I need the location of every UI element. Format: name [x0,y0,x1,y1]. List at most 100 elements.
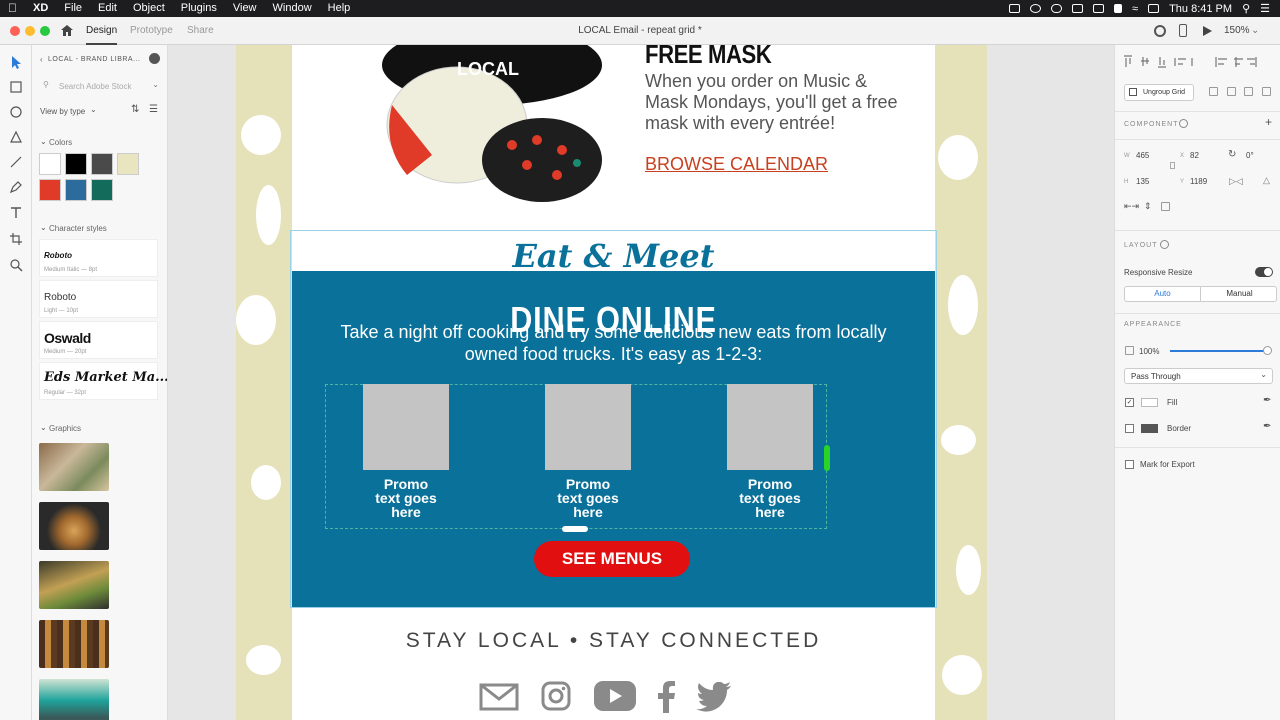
grid-settings-icon[interactable] [1161,202,1170,211]
home-icon[interactable] [60,24,74,37]
height-field[interactable]: 135 [1136,177,1149,186]
list-view-icon[interactable]: ☰ [149,104,158,115]
menu-plugins[interactable]: Plugins [173,0,225,17]
mobile-preview-icon[interactable] [1179,24,1187,37]
line-tool-icon[interactable] [8,154,24,170]
fill-swatch[interactable] [1141,398,1158,407]
mark-for-export-checkbox[interactable] [1125,460,1134,469]
rotation-field[interactable]: 0° [1246,151,1254,160]
info-icon[interactable] [1179,119,1188,128]
cloud-icon[interactable] [1051,4,1063,13]
tab-share[interactable]: Share [187,17,214,45]
email-body[interactable]: LOCAL FREE MASK When you order on Music … [290,45,937,720]
colors-chevron-icon[interactable]: ⌄ [40,137,47,146]
back-chevron-icon[interactable]: ‹ [40,55,43,64]
opacity-slider-thumb[interactable] [1263,346,1272,355]
character-styles-chevron-icon[interactable]: ⌄ [40,223,47,232]
eyedropper-icon[interactable]: ✒ [1263,395,1271,406]
info-icon[interactable] [1160,240,1169,249]
menu-view[interactable]: View [225,0,265,17]
sound-icon[interactable] [1114,4,1123,13]
rectangle-tool-icon[interactable] [8,79,24,95]
sort-icon[interactable]: ⇅ [131,104,139,115]
screen-record-icon[interactable] [1009,4,1021,13]
align-toolbar-icons[interactable] [1121,55,1279,69]
twitter-icon[interactable] [696,682,732,712]
wifi-icon[interactable]: ≈ [1132,3,1138,15]
stock-search[interactable]: ⚲ Search Adobe Stock ⌄ [39,78,161,95]
flip-horizontal-icon[interactable]: ▷◁ [1229,176,1243,187]
menu-object[interactable]: Object [125,0,173,17]
artboard-tool-icon[interactable] [8,231,24,247]
color-swatch-red[interactable] [39,179,61,201]
graphics-chevron-icon[interactable]: ⌄ [40,423,47,432]
polygon-tool-icon[interactable] [8,129,24,145]
notification-icon[interactable]: ☰ [1260,2,1270,15]
blend-mode-select[interactable]: Pass Through ⌄ [1124,368,1273,384]
library-avatar-icon[interactable] [149,53,160,64]
border-swatch[interactable] [1141,424,1158,433]
play-icon[interactable] [1203,26,1212,36]
distribute-horizontal-icon[interactable]: ⇤⇥ [1124,201,1139,212]
promo-image-2[interactable] [545,384,631,470]
battery-icon[interactable] [1072,4,1084,13]
ungroup-grid-button[interactable]: Ungroup Grid [1124,84,1194,101]
user-icon[interactable] [1154,25,1166,37]
distribute-vertical-icon[interactable]: ⇕ [1144,201,1152,212]
color-swatch-black[interactable] [65,153,87,175]
x-field[interactable]: 82 [1190,151,1199,160]
group-action-icon[interactable] [1209,87,1218,96]
color-swatch-green[interactable] [91,179,113,201]
design-canvas[interactable]: LOCAL FREE MASK When you order on Music … [168,45,1114,720]
y-field[interactable]: 1189 [1190,177,1207,186]
resize-auto-option[interactable]: Auto [1125,287,1201,301]
view-by-dropdown[interactable]: View by type [40,107,85,116]
pen-tool-icon[interactable] [8,179,24,195]
responsive-resize-toggle[interactable] [1255,267,1273,277]
promo-image-3[interactable] [727,384,813,470]
zoom-window-button[interactable] [40,26,50,36]
menu-help[interactable]: Help [320,0,359,17]
color-swatch-dark-gray[interactable] [91,153,113,175]
tab-design[interactable]: Design [86,17,118,45]
character-style-roboto-light[interactable]: Roboto Light — 10pt [39,280,158,318]
lock-aspect-icon[interactable] [1170,162,1175,169]
border-checkbox[interactable] [1125,424,1134,433]
resize-manual-option[interactable]: Manual [1201,287,1278,301]
search-input[interactable]: Search Adobe Stock [59,82,132,91]
group-action-icon[interactable] [1244,87,1253,96]
color-swatch-cream[interactable] [117,153,139,175]
close-window-button[interactable] [10,26,20,36]
opacity-field[interactable]: 100% [1139,347,1159,356]
apple-icon[interactable]:  [0,0,25,17]
tab-prototype[interactable]: Prototype [130,17,173,45]
clock[interactable]: Thu 8:41 PM [1169,3,1232,15]
see-menus-button[interactable]: SEE MENUS [534,541,690,577]
opacity-slider-track[interactable] [1170,350,1267,352]
minimize-window-button[interactable] [25,26,35,36]
dine-online-section[interactable]: DINE ONLINE Take a night off cooking and… [292,271,935,607]
eyedropper-icon[interactable]: ✒ [1263,421,1271,432]
graphic-food-truck[interactable] [39,679,109,720]
flip-vertical-icon[interactable]: △ [1263,175,1270,186]
color-swatch-blue[interactable] [65,179,87,201]
creative-cloud-icon[interactable] [1030,4,1042,13]
width-field[interactable]: 465 [1136,151,1149,160]
spotlight-icon[interactable]: ⚲ [1242,2,1250,15]
zoom-tool-icon[interactable] [8,257,24,273]
view-chevron-icon[interactable]: ⌄ [90,105,97,114]
text-tool-icon[interactable] [8,205,24,221]
facebook-icon[interactable] [656,681,676,713]
grid-column-handle[interactable] [824,445,830,471]
youtube-icon[interactable] [594,681,636,711]
group-action-icon[interactable] [1262,87,1271,96]
mail-icon[interactable] [479,683,519,711]
select-tool-icon[interactable] [8,54,24,70]
promo-image-1[interactable] [363,384,449,470]
masks-image[interactable]: LOCAL [362,45,612,205]
control-center-icon[interactable] [1148,4,1160,13]
character-style-eds-market[interactable]: Eds Market Ma... Regular — 32pt [39,362,167,400]
ellipse-tool-icon[interactable] [8,104,24,120]
email-artboard[interactable]: LOCAL FREE MASK When you order on Music … [236,45,987,720]
display-icon[interactable] [1093,4,1105,13]
